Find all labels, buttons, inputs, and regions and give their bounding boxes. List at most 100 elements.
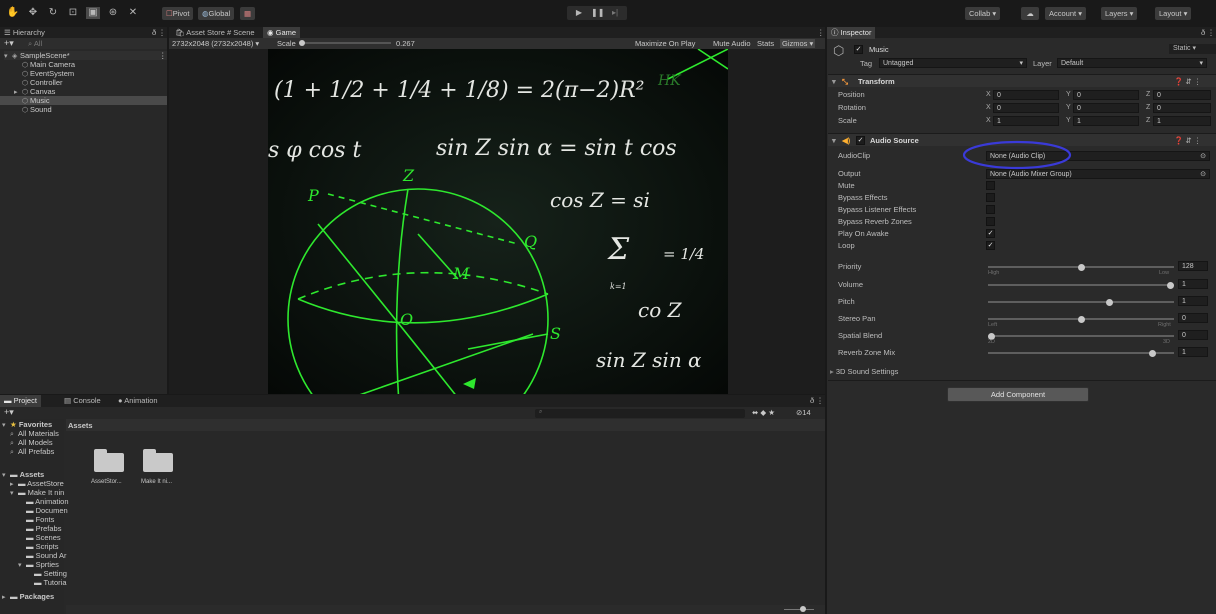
favorites-row[interactable]: ▾ ★ Favorites: [2, 420, 52, 429]
gizmos-dropdown[interactable]: Gizmos ▾: [780, 39, 816, 48]
account-dropdown[interactable]: Account ▾: [1045, 7, 1086, 20]
scale-slider-knob[interactable]: [299, 40, 305, 46]
volume-field[interactable]: 1: [1178, 279, 1208, 289]
spatial-blend-slider-track[interactable]: [988, 335, 1174, 337]
stereo-pan-slider-knob[interactable]: [1077, 316, 1085, 323]
transform-header[interactable]: ▾ ⤡ Transform ❓ ⇵ ⋮: [828, 74, 1216, 87]
play-icon[interactable]: ▶: [573, 7, 585, 19]
hierarchy-search-input[interactable]: ⌕ All: [28, 39, 42, 48]
play-on-awake-checkbox[interactable]: ✓: [986, 229, 995, 238]
stats-toggle[interactable]: Stats: [757, 39, 774, 48]
reverb-mix-field[interactable]: 1: [1178, 347, 1208, 357]
tree-folder[interactable]: ▾ ▬ Make It nin: [10, 488, 64, 497]
layout-dropdown[interactable]: Layout ▾: [1155, 7, 1192, 20]
layers-dropdown[interactable]: Layers ▾: [1101, 7, 1138, 20]
filter-icons[interactable]: ⬌ ◆ ★: [752, 408, 775, 417]
favorite-item[interactable]: ⌕ All Prefabs: [10, 447, 54, 456]
tab-console[interactable]: ▤ Console: [60, 395, 105, 407]
add-component-button[interactable]: Add Component: [947, 387, 1089, 402]
volume-slider-knob[interactable]: [1167, 282, 1174, 289]
tree-folder[interactable]: ▬ Animation: [26, 497, 69, 506]
hierarchy-item-music[interactable]: ⬡ Music: [0, 96, 167, 105]
stereo-pan-field[interactable]: 0: [1178, 313, 1208, 323]
scene-menu-icon[interactable]: ⋮: [159, 51, 167, 60]
priority-field[interactable]: 128: [1178, 261, 1208, 271]
cloud-icon[interactable]: ☁: [1021, 7, 1039, 20]
tree-folder[interactable]: ▬ Setting: [34, 569, 67, 578]
mute-checkbox[interactable]: [986, 181, 995, 190]
scale-x-field[interactable]: 1: [993, 116, 1059, 126]
scale-y-field[interactable]: 1: [1073, 116, 1139, 126]
spatial-blend-field[interactable]: 0: [1178, 330, 1208, 340]
scale-slider-track[interactable]: [301, 42, 391, 44]
scene-row[interactable]: ▾ ◈ SampleScene* ⋮: [4, 51, 167, 60]
grid-snap-button[interactable]: ▦: [240, 7, 256, 20]
bypass-effects-checkbox[interactable]: [986, 193, 995, 202]
tab-inspector[interactable]: ⓘ Inspector: [827, 27, 876, 39]
tree-folder[interactable]: ▬ Prefabs: [26, 524, 61, 533]
rotation-x-field[interactable]: 0: [993, 103, 1059, 113]
tree-folder[interactable]: ▬ Scripts: [26, 542, 59, 551]
breadcrumb-assets[interactable]: Assets: [68, 421, 93, 430]
component-menu-icons[interactable]: ❓ ⇵ ⋮: [1174, 134, 1201, 147]
rotation-y-field[interactable]: 0: [1073, 103, 1139, 113]
tab-project[interactable]: ▬ Project: [0, 395, 41, 407]
icon-size-slider-knob[interactable]: [800, 606, 806, 612]
tree-folder[interactable]: ▾ ▬ Sprties: [18, 560, 59, 569]
component-menu-icons[interactable]: ❓ ⇵ ⋮: [1174, 75, 1201, 88]
transform-tool-icon[interactable]: ⊛: [106, 7, 120, 19]
layer-dropdown[interactable]: Default ▾: [1057, 58, 1207, 68]
object-active-checkbox[interactable]: ✓: [854, 45, 863, 54]
position-x-field[interactable]: 0: [993, 90, 1059, 100]
tag-dropdown[interactable]: Untagged ▾: [879, 58, 1027, 68]
tree-folder[interactable]: ▬ Fonts: [26, 515, 54, 524]
reverb-mix-slider-track[interactable]: [988, 352, 1174, 354]
priority-slider-knob[interactable]: [1077, 264, 1085, 271]
hierarchy-item-main-camera[interactable]: ⬡ Main Camera: [22, 60, 75, 69]
rotate-tool-icon[interactable]: ↻: [46, 7, 60, 19]
audio-source-enabled-checkbox[interactable]: ✓: [856, 136, 865, 145]
assets-root-row[interactable]: ▾ ▬ Assets: [2, 470, 44, 479]
tab-animation[interactable]: ● Animation: [114, 395, 162, 407]
scale-z-field[interactable]: 1: [1153, 116, 1211, 126]
global-toggle[interactable]: ◍Global: [198, 7, 235, 20]
bypass-listener-checkbox[interactable]: [986, 205, 995, 214]
volume-slider-track[interactable]: [988, 284, 1174, 286]
position-z-field[interactable]: 0: [1153, 90, 1211, 100]
project-search-input[interactable]: ⌕: [535, 409, 745, 418]
resolution-dropdown[interactable]: 2732x2048 (2732x2048) ▾: [172, 39, 259, 48]
create-plus-icon[interactable]: +▾: [4, 39, 14, 48]
bypass-reverb-checkbox[interactable]: [986, 217, 995, 226]
loop-checkbox[interactable]: ✓: [986, 241, 995, 250]
pitch-slider-track[interactable]: [988, 301, 1174, 303]
hierarchy-item-sound[interactable]: ⬡ Sound: [22, 105, 52, 114]
folder-assetstore[interactable]: [94, 449, 124, 472]
object-name-field[interactable]: Music: [869, 45, 889, 54]
maximize-on-play-toggle[interactable]: Maximize On Play: [635, 39, 695, 48]
object-picker-icon[interactable]: ⊙: [1200, 152, 1206, 160]
position-y-field[interactable]: 0: [1073, 90, 1139, 100]
scale-tool-icon[interactable]: ⊡: [66, 7, 80, 19]
hierarchy-item-canvas[interactable]: ▸ ⬡ Canvas: [14, 87, 55, 96]
folder-make-it-ninja[interactable]: [143, 449, 173, 472]
object-picker-icon[interactable]: ⊙: [1200, 170, 1206, 178]
static-toggle[interactable]: Static ▾: [1169, 44, 1216, 54]
custom-tool-icon[interactable]: ✕: [126, 7, 140, 19]
icon-size-slider-track[interactable]: [784, 609, 814, 610]
rect-tool-icon[interactable]: ▣: [86, 7, 100, 19]
project-create-icon[interactable]: +▾: [4, 408, 14, 417]
tree-folder[interactable]: ▬ Documen: [26, 506, 68, 515]
pause-icon[interactable]: ❚❚: [591, 7, 604, 19]
tree-folder[interactable]: ▸ ▬ AssetStore: [10, 479, 64, 488]
favorite-item[interactable]: ⌕ All Materials: [10, 429, 59, 438]
hierarchy-item-controller[interactable]: ⬡ Controller: [22, 78, 63, 87]
project-lock-icon[interactable]: ð ⋮: [806, 395, 828, 407]
collab-button[interactable]: Collab ▾: [965, 7, 1001, 20]
tree-folder[interactable]: ▬ Scenes: [26, 533, 61, 542]
step-icon[interactable]: ▸|: [609, 7, 621, 19]
packages-row[interactable]: ▸ ▬ Packages: [2, 592, 54, 601]
pitch-field[interactable]: 1: [1178, 296, 1208, 306]
inspector-lock-icon[interactable]: ð ⋮: [1197, 27, 1216, 39]
hierarchy-item-eventsystem[interactable]: ⬡ EventSystem: [22, 69, 74, 78]
move-tool-icon[interactable]: ✥: [26, 7, 40, 19]
